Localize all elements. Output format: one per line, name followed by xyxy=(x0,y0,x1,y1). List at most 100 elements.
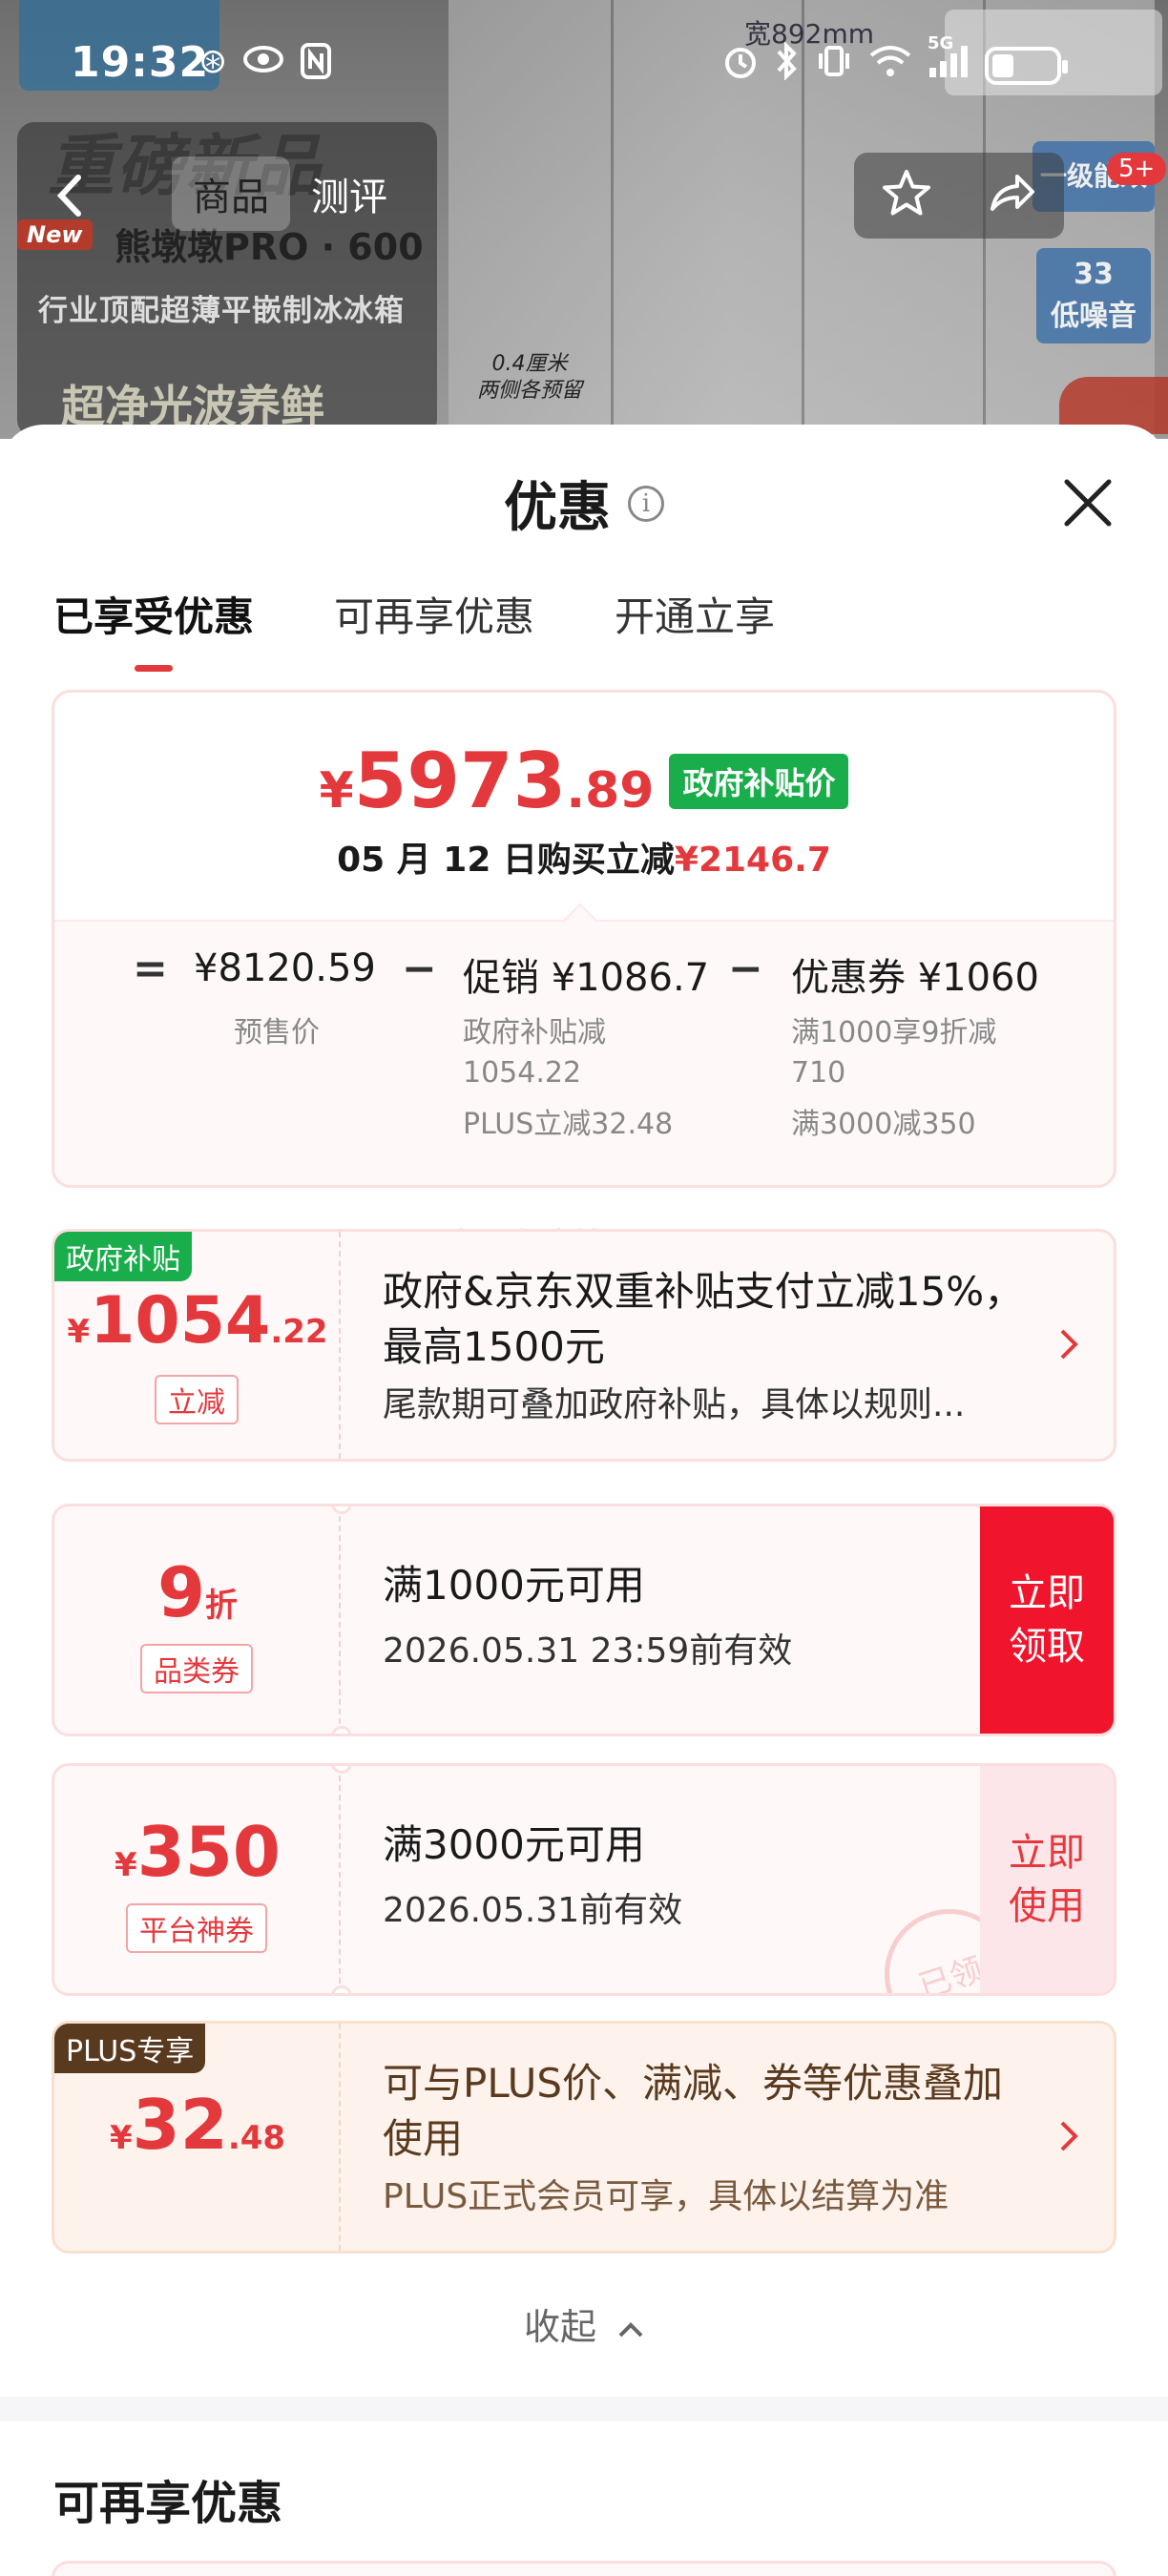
sheet-title-text: 优惠 xyxy=(504,477,611,539)
back-arrow-icon xyxy=(56,175,81,217)
deal-amount: 9折 xyxy=(54,1552,341,1632)
alarm-icon xyxy=(721,42,760,89)
data-saver-icon: ⊛ xyxy=(198,42,228,81)
sheet-title: 优惠 i xyxy=(0,465,1168,542)
coupon-detail-line: 710 xyxy=(791,1056,846,1090)
info-icon[interactable]: i xyxy=(628,485,664,522)
nav-actions xyxy=(854,153,1064,239)
price-summary-card: ¥5973.89 政府补贴价 05 月 12 日购买立减¥2146.7 = ¥81… xyxy=(52,690,1116,1188)
deal-amount-prefix: ¥ xyxy=(115,1846,137,1884)
noise-badge: 33 低噪音 xyxy=(1036,248,1151,343)
deal-amount-main: 9 xyxy=(156,1552,206,1632)
cart-count-badge: 5+ xyxy=(1107,153,1167,185)
chevron-right-icon xyxy=(1060,1329,1078,1360)
deal-desc: 2026.05.31 23:59前有效 xyxy=(383,1631,793,1671)
promo-detail-line: PLUS立减32.48 xyxy=(463,1108,674,1141)
chevron-up-icon xyxy=(618,2321,643,2337)
use-coupon-label: 立即使用 xyxy=(1009,1831,1085,1928)
claim-coupon-button[interactable]: 立即领取 xyxy=(980,1506,1114,1734)
final-price-integer: 5973 xyxy=(353,737,567,825)
deal-card-category-coupon: 9折 品类券 满1000元可用 2026.05.31 23:59前有效 立即领取 xyxy=(52,1504,1116,1736)
final-price: ¥5973.89 政府补贴价 xyxy=(54,737,1114,825)
collapse-label: 收起 xyxy=(523,2306,596,2348)
deal-amount: ¥350 xyxy=(54,1812,341,1892)
status-time: 19:32 xyxy=(71,38,210,87)
deal-amount-suffix: .48 xyxy=(227,2119,286,2157)
gap-label-line2: 两侧各预留 xyxy=(477,379,583,403)
deal-title: 满3000元可用 xyxy=(383,1821,645,1868)
coupon-detail-line: 满3000减350 xyxy=(791,1108,976,1141)
section-divider xyxy=(0,2397,1168,2421)
deal-chip: 平台神券 xyxy=(126,1903,267,1953)
tab-activate-discounts[interactable]: 开通立享 xyxy=(615,585,775,643)
deal-left: ¥350 平台神券 xyxy=(54,1766,341,1993)
deal-card-plus[interactable]: PLUS专享 ¥32.48 可与PLUS价、满减、券等优惠叠加使用 PLUS正式… xyxy=(52,2021,1116,2254)
tab-available-discounts[interactable]: 可再享优惠 xyxy=(334,585,534,643)
share-icon[interactable] xyxy=(985,167,1038,224)
promo-subtitle: 行业顶配超薄平嵌制冰冰箱 xyxy=(38,294,405,328)
back-button[interactable] xyxy=(50,172,92,219)
deal-tag: PLUS专享 xyxy=(54,2024,206,2073)
deal-amount-suffix: 折 xyxy=(205,1587,239,1625)
noise-value: 33 xyxy=(1074,258,1114,291)
coupon-detail: 满1000享9折减 710 满3000减350 xyxy=(791,1013,996,1145)
next-deal-card xyxy=(52,2561,1116,2576)
buy-date-discount: 05 月 12 日购买立减¥2146.7 xyxy=(54,832,1114,882)
deal-left: PLUS专享 ¥32.48 xyxy=(54,2024,341,2251)
ticket-notch xyxy=(331,1985,352,1993)
deal-chip: 品类券 xyxy=(140,1644,253,1693)
chevron-right-icon xyxy=(1060,2121,1078,2151)
gap-label-line1: 0.4厘米 xyxy=(491,352,568,376)
promo-detail: 政府补贴减 1054.22 PLUS立减32.48 xyxy=(463,1013,673,1145)
battery-icon xyxy=(985,46,1068,85)
nav-tab-review[interactable]: 测评 xyxy=(290,156,408,231)
favorite-star-icon[interactable] xyxy=(880,167,933,224)
coupon-detail-line: 满1000享9折减 xyxy=(791,1016,997,1049)
noise-label: 低噪音 xyxy=(1051,300,1137,333)
gap-label: 0.4厘米 两侧各预留 xyxy=(477,351,582,405)
discount-tabs: 已享受优惠 可再享优惠 开通立享 xyxy=(53,585,775,643)
vibrate-icon xyxy=(815,42,853,89)
deal-amount-suffix: .22 xyxy=(270,1313,328,1351)
deal-left: 9折 品类券 xyxy=(54,1506,341,1734)
status-left-icons: ⊛ xyxy=(198,42,332,89)
deal-title: 可与PLUS价、满减、券等优惠叠加使用 xyxy=(383,2060,1004,2162)
deal-amount-main: 350 xyxy=(136,1812,281,1892)
wifi-icon xyxy=(868,43,912,88)
tab-enjoyed-discounts[interactable]: 已享受优惠 xyxy=(53,585,254,643)
close-icon xyxy=(1064,479,1112,527)
deal-amount: ¥1054.22 xyxy=(54,1283,341,1359)
promo-total: 促销 ¥1086.7 xyxy=(463,956,710,1000)
deal-amount: ¥32.48 xyxy=(54,2085,341,2165)
minus-sign: − xyxy=(402,945,437,993)
minus-sign: − xyxy=(728,945,763,993)
deal-card-gov-subsidy[interactable]: 政府补贴 ¥1054.22 立减 政府&京东双重补贴支付立减15%，最高1500… xyxy=(52,1229,1116,1462)
promo-detail-line: 1054.22 xyxy=(463,1056,582,1090)
use-coupon-button[interactable]: 立即使用 xyxy=(980,1766,1114,1993)
ticket-notch xyxy=(331,1726,352,1734)
gov-price-badge: 政府补贴价 xyxy=(669,754,849,809)
section-title-available: 可再享优惠 xyxy=(53,2477,283,2530)
nfc-icon xyxy=(300,42,332,89)
buy-date-amount: ¥2146.7 xyxy=(674,841,831,880)
deal-amount-main: 1054 xyxy=(90,1283,271,1359)
equals-sign: = xyxy=(133,945,168,993)
nav-tab-product[interactable]: 商品 xyxy=(172,156,290,231)
deal-title: 政府&京东双重补贴支付立减15%，最高1500元 xyxy=(383,1268,1025,1370)
deal-amount-prefix: ¥ xyxy=(67,1313,91,1351)
deal-desc: PLUS正式会员可享，具体以结算为准 xyxy=(383,2177,949,2216)
deal-desc: 尾款期可叠加政府补贴，具体以规则... xyxy=(383,1385,966,1424)
deal-card-platform-coupon: ¥350 平台神券 满3000元可用 2026.05.31前有效 已领 立即使用 xyxy=(52,1763,1116,1996)
collapse-button[interactable]: 收起 xyxy=(0,2297,1168,2350)
deal-title: 满1000元可用 xyxy=(383,1562,645,1609)
coupon-total: 优惠券 ¥1060 xyxy=(791,956,1039,1000)
product-nav-tabs: 商品 测评 xyxy=(172,156,408,231)
final-price-currency: ¥ xyxy=(319,762,354,820)
deal-tag: 政府补贴 xyxy=(54,1232,192,1281)
promo-detail-line: 政府补贴减 xyxy=(463,1016,606,1049)
status-right-icons: 5G xyxy=(721,33,1068,89)
close-button[interactable] xyxy=(1059,474,1116,531)
claim-coupon-label: 立即领取 xyxy=(1009,1571,1085,1669)
deal-chip: 立减 xyxy=(155,1375,239,1424)
base-price-label: 预售价 xyxy=(234,1016,320,1049)
